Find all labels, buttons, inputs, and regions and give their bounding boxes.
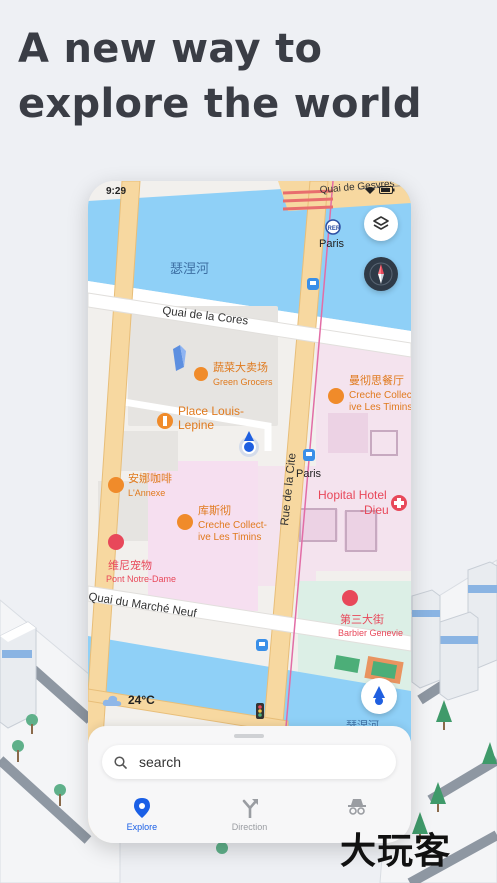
my-location-button[interactable] xyxy=(361,678,397,714)
direction-fork-icon xyxy=(242,799,258,818)
watermark-logo: 大玩客 xyxy=(340,831,452,872)
navigation-arrow-icon xyxy=(373,686,385,705)
station-label-paris-bus: Paris xyxy=(296,468,322,480)
layers-icon xyxy=(373,216,389,230)
search-icon xyxy=(114,755,127,769)
tab-explore-label: Explore xyxy=(126,822,158,832)
weather-temperature: 24°C xyxy=(128,693,155,707)
traffic-light-icon xyxy=(256,703,264,719)
svg-text:Green Grocers: Green Grocers xyxy=(213,377,273,387)
compass-icon xyxy=(369,262,393,286)
headline-line-1: A new way to xyxy=(18,26,323,72)
search-input[interactable] xyxy=(137,753,361,771)
tab-explore[interactable]: Explore xyxy=(88,798,196,838)
svg-text:-Dieu: -Dieu xyxy=(360,503,389,517)
weather-widget[interactable]: 24°C xyxy=(102,693,155,707)
search-bar[interactable] xyxy=(102,745,396,779)
svg-text:ive Les Timins: ive Les Timins xyxy=(349,402,411,413)
river-label-top: 瑟涅河 xyxy=(170,261,209,276)
rer-badge: RER xyxy=(328,226,341,232)
svg-text:维尼宠物: 维尼宠物 xyxy=(108,558,152,572)
compass-button[interactable] xyxy=(364,257,398,291)
incognito-icon xyxy=(348,799,367,815)
page-headline: A new way to explore the world xyxy=(18,22,422,132)
wifi-icon xyxy=(365,187,375,194)
svg-text:Place Louis-: Place Louis- xyxy=(178,404,244,418)
svg-text:Creche Collect-: Creche Collect- xyxy=(198,520,267,531)
location-pin-icon xyxy=(133,798,150,818)
tab-direction-label: Direction xyxy=(231,822,268,832)
headline-line-2: explore the world xyxy=(18,81,422,127)
status-bar-icons xyxy=(365,186,395,194)
svg-text:ive Les Timins: ive Les Timins xyxy=(198,532,261,543)
svg-text:第三大街: 第三大街 xyxy=(340,612,384,626)
building-left xyxy=(0,621,37,729)
svg-text:Lepine: Lepine xyxy=(178,418,214,432)
svg-text:库斯彻: 库斯彻 xyxy=(198,504,231,517)
bus-stop-icon[interactable] xyxy=(256,639,268,651)
bus-stop-icon[interactable] xyxy=(307,278,319,290)
svg-text:Barbier Genevie: Barbier Genevie xyxy=(338,628,403,638)
sheet-drag-handle[interactable] xyxy=(234,734,264,738)
phone-mockup: 瑟涅河 Quai de la Cores Quai du Marché Neuf… xyxy=(88,181,411,843)
cloud-icon xyxy=(102,695,122,706)
svg-text:Pont Notre-Dame: Pont Notre-Dame xyxy=(106,574,176,584)
svg-text:安娜咖啡: 安娜咖啡 xyxy=(128,471,172,485)
battery-icon xyxy=(379,186,395,194)
map-layers-button[interactable] xyxy=(364,207,398,241)
svg-text:L'Annexe: L'Annexe xyxy=(128,488,165,498)
status-bar-time: 9:29 xyxy=(106,186,127,197)
tab-direction[interactable]: Direction xyxy=(196,798,304,838)
svg-text:Creche Collec: Creche Collec xyxy=(349,390,411,401)
svg-text:蔬菜大卖场: 蔬菜大卖场 xyxy=(213,360,268,374)
station-label-paris-rer: Paris xyxy=(319,238,345,250)
svg-text:Hopital Hotel: Hopital Hotel xyxy=(318,488,387,502)
svg-text:曼彻思餐厅: 曼彻思餐厅 xyxy=(349,373,404,387)
